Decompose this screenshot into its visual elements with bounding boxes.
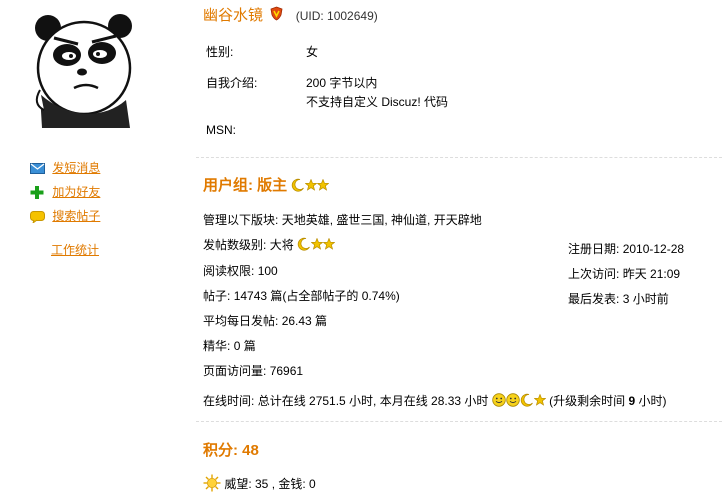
daily-posts-label: 平均每日发帖: <box>203 314 279 328</box>
star-icon <box>311 238 324 250</box>
smiley-icon <box>492 393 506 407</box>
intro-line-1: 200 字节以内 <box>306 76 378 90</box>
group-title: 用户组: 版主 <box>203 177 288 194</box>
page-views-row: 页面访问量: 76961 <box>203 362 303 379</box>
speech-bubble-icon <box>30 210 45 223</box>
posts-label: 帖子: <box>203 289 231 303</box>
read-permission-value: 100 <box>257 264 278 278</box>
managed-boards-row: 管理以下版块: 天地英雄, 盛世三国, 神仙道, 开天辟地 <box>203 211 482 228</box>
credits-title: 积分: 48 <box>203 442 259 459</box>
star-icon <box>323 238 336 250</box>
digest-row: 精华: 0 篇 <box>203 337 256 354</box>
last-post-row: 最后发表: 3 小时前 <box>568 290 669 307</box>
daily-posts-value: 26.43 篇 <box>281 314 328 328</box>
posts-row: 帖子: 14743 篇(占全部帖子的 0.74%) <box>203 287 400 304</box>
work-stats-link[interactable]: 工作统计 <box>51 243 99 257</box>
send-message-link[interactable]: 发短消息 <box>52 161 100 175</box>
avatar[interactable] <box>30 8 134 128</box>
register-date-row: 注册日期: 2010-12-28 <box>568 240 684 257</box>
managed-boards-label: 管理以下版块: <box>203 213 279 227</box>
upgrade-hours: 9 <box>628 394 636 408</box>
post-level-label: 发帖数级别: <box>203 238 267 252</box>
page-views-label: 页面访问量: <box>203 364 267 378</box>
upgrade-suffix: 小时) <box>638 394 667 408</box>
managed-boards: 天地英雄, 盛世三国, 神仙道, 开天辟地 <box>281 213 482 227</box>
sun-icon <box>203 474 221 492</box>
sidebar-item-search-posts[interactable]: 搜索帖子 <box>30 207 100 224</box>
add-friend-link[interactable]: 加为好友 <box>52 185 100 199</box>
credits-detail-row: 威望: 35 , 金钱: 0 <box>203 474 316 492</box>
online-time-row: 在线时间: 总计在线 2751.5 小时, 本月在线 28.33 小时 (升级剩… <box>203 392 667 409</box>
sidebar-item-add-friend[interactable]: 加为好友 <box>30 183 100 200</box>
moon-icon <box>520 393 533 407</box>
last-visit-value: 昨天 21:09 <box>622 267 681 281</box>
post-level-value: 大将 <box>269 238 294 252</box>
digest-value: 0 篇 <box>233 339 256 353</box>
gender-value: 女 <box>306 45 319 59</box>
divider <box>196 421 722 422</box>
moderator-badge-icon <box>270 6 283 21</box>
read-permission-label: 阅读权限: <box>203 264 255 278</box>
last-visit-label: 上次访问: <box>568 267 620 281</box>
plus-icon <box>30 186 44 200</box>
msn-label: MSN: <box>206 123 236 137</box>
post-level-row: 发帖数级别: 大将 <box>203 236 336 253</box>
star-icon <box>533 394 546 406</box>
intro-label: 自我介绍: <box>206 76 258 90</box>
register-date-value: 2010-12-28 <box>622 242 685 256</box>
username-row: 幽谷水镜 (UID: 1002649) <box>203 4 378 25</box>
last-post-label: 最后发表: <box>568 292 620 306</box>
envelope-icon <box>30 163 45 175</box>
star-icon <box>316 179 329 191</box>
credits-detail: 威望: 35 , 金钱: 0 <box>224 477 316 491</box>
read-permission-row: 阅读权限: 100 <box>203 262 278 279</box>
group-title-row: 用户组: 版主 <box>203 174 329 195</box>
smiley-icon <box>506 393 520 407</box>
star-icon <box>304 179 317 191</box>
sidebar-item-send-message[interactable]: 发短消息 <box>30 159 100 176</box>
upgrade-prefix: (升级剩余时间 <box>549 394 626 408</box>
digest-label: 精华: <box>203 339 231 353</box>
divider <box>196 157 722 158</box>
gender-label: 性别: <box>206 45 234 59</box>
sidebar-item-work-stats[interactable]: 工作统计 <box>51 241 99 258</box>
panda-avatar-image <box>35 14 132 128</box>
uid-text: (UID: 1002649) <box>295 9 378 23</box>
online-time-label: 在线时间: <box>203 394 255 408</box>
moon-icon <box>291 178 304 192</box>
posts-value: 14743 篇(占全部帖子的 0.74%) <box>233 289 400 303</box>
search-posts-link[interactable]: 搜索帖子 <box>52 209 100 223</box>
daily-posts-row: 平均每日发帖: 26.43 篇 <box>203 312 327 329</box>
intro-line-2: 不支持自定义 Discuz! 代码 <box>306 95 449 109</box>
register-date-label: 注册日期: <box>568 242 620 256</box>
last-post-value: 3 小时前 <box>622 292 669 306</box>
username: 幽谷水镜 <box>203 7 264 24</box>
moon-icon <box>297 237 310 251</box>
last-visit-row: 上次访问: 昨天 21:09 <box>568 265 680 282</box>
page-views-value: 76961 <box>269 364 304 378</box>
online-time-value: 总计在线 2751.5 小时, 本月在线 28.33 小时 <box>257 394 489 408</box>
